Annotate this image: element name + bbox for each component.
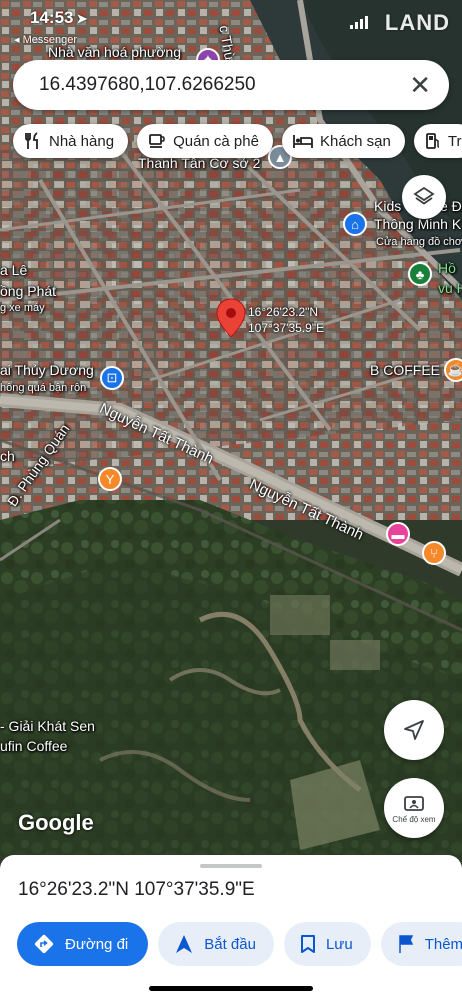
search-input[interactable]: 16.4397680,107.6266250 [39,74,409,96]
navigation-arrow-icon [404,720,424,740]
chip-restaurants[interactable]: Nhà hàng [13,124,129,158]
poi-bar-icon[interactable]: Y [98,467,122,491]
start-button[interactable]: Bắt đầu [158,922,274,966]
more-button[interactable]: Thêm [380,922,462,966]
sheet-drag-handle[interactable] [200,864,262,868]
layers-button[interactable] [402,175,446,219]
street-view-label: Chế độ xem [392,814,436,824]
chip-restaurants-label: Nhà hàng [49,132,115,150]
directions-label: Đường đi [65,935,129,953]
poi-restaurant-icon[interactable]: ⑂ [422,541,446,565]
signal-icon [350,16,368,29]
map-label-cua-hang: Cửa hàng đồ chơ [376,236,462,248]
location-arrow-icon: ➤ [76,11,88,26]
coffee-icon [149,134,165,148]
action-buttons: Đường đi Bắt đầu Lưu Thêm [17,922,462,966]
map-label-nha-van-hoa: Nhà văn hoá phường [48,44,181,60]
status-time: 14:53 ➤ [30,8,88,27]
chip-coffee-label: Quán cà phê [173,132,259,150]
map-label-thong-minh: Thông Minh K [374,216,462,232]
map-label-thuy-duong-sub: hông quá bận rộn [0,382,87,394]
poi-hotel-icon[interactable]: ▬ [386,522,410,546]
poi-shopping-icon[interactable]: ⊡ [100,366,124,390]
street-view-icon [404,795,424,811]
directions-button[interactable]: Đường đi [17,922,149,966]
home-indicator [149,986,313,991]
directions-icon [34,934,54,954]
back-to-messenger[interactable]: ◂ Messenger [14,33,77,46]
search-bar[interactable]: 16.4397680,107.6266250 ✕ [13,60,449,110]
chip-hotels-label: Khách sạn [319,132,391,150]
close-icon[interactable]: ✕ [409,72,431,98]
map-label-kids: Kids [374,198,402,214]
poi-coffee-icon[interactable]: ☕ [444,358,462,382]
place-title: 16°26'23.2"N 107°37'35.9"E [18,879,255,900]
dropped-pin-icon[interactable] [216,298,246,338]
pin-lng: 107°37'35.9"E [248,321,325,335]
street-view-button[interactable]: Chế độ xem [384,778,444,838]
chip-gas-label: Tr [447,132,462,150]
layers-icon [413,186,435,205]
pin-coordinates: 16°26'23.2"N 107°37'35.9"E [248,304,324,336]
map-label-ufin-coffee: ufin Coffee [0,738,68,754]
map-label-dong-phat: ồng Phát [0,283,57,299]
map-label-giai-khat: - Giải Khát Sen [0,718,95,734]
pin-lat: 16°26'23.2"N [248,305,319,319]
map-label-xe-may: g xe máy [0,302,45,314]
google-logo: Google [18,810,94,835]
chip-coffee[interactable]: Quán cà phê [137,124,273,158]
chip-hotels[interactable]: Khách sạn [281,124,405,158]
start-label: Bắt đầu [204,935,256,953]
poi-park-icon[interactable]: ♣ [408,262,432,286]
map-label-ch: ch [0,448,15,464]
bookmark-icon [300,935,315,953]
place-bottom-sheet[interactable]: 16°26'23.2"N 107°37'35.9"E Đường đi Bắt … [0,855,462,1000]
map-label-ho: Hồ [438,260,456,276]
save-button[interactable]: Lưu [283,922,371,966]
map-label-thuy-duong: ai Thủy Dương [0,362,94,378]
hotel-icon [293,135,313,148]
chip-gas[interactable]: Tr [413,124,462,158]
map-label-b-coffee: B COFFEE [370,362,441,378]
save-label: Lưu [325,935,353,953]
map-label-ra-le: a Lê [0,262,28,278]
gas-station-icon [425,133,439,149]
watermark-logo: LAND [384,10,450,35]
restaurant-icon [25,132,38,149]
map-label-vu-h: vu H [438,280,462,296]
flag-icon [398,935,413,953]
more-label: Thêm [424,935,462,953]
navigation-arrow-icon [176,935,193,953]
my-location-button[interactable] [384,700,444,760]
category-chips: Nhà hàng Quán cà phê Khách sạn Tr [13,124,462,158]
poi-toy-store-icon[interactable]: ⌂ [343,212,367,236]
